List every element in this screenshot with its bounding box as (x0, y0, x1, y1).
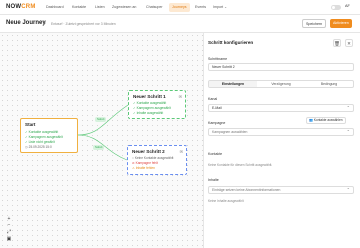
node-row: ✓ Kampagnen ausgewählt (133, 106, 171, 110)
delay-badge[interactable]: Sofort (95, 117, 107, 122)
node-step-2[interactable]: Neuer Schritt 2 ✉ ○ Keine Kontakte ausge… (127, 145, 187, 175)
fit-view-button[interactable]: ⤢ (5, 229, 13, 236)
tab-delay[interactable]: Verzögerung (257, 81, 305, 87)
node-row: ✓ Liste nicht gewählt (25, 140, 55, 144)
node-row: ○ Keine Kontakte ausgewählt (132, 156, 174, 160)
content-empty-note: Keine Inhalte ausgewählt (208, 199, 244, 203)
mail-icon: ✉ (178, 94, 182, 99)
mail-icon: ✉ (179, 149, 183, 154)
channel-label: Kanal (208, 97, 218, 101)
node-row: ✓ Kontakte ausgewählt (25, 130, 59, 134)
pencil-icon[interactable]: ✎ (42, 20, 46, 26)
lock-view-button[interactable]: ▣ (5, 236, 13, 243)
panel-title: Schritt konfigurieren (208, 40, 254, 45)
trash-icon[interactable]: 🗑 (333, 39, 341, 47)
node-step-1[interactable]: Neuer Schritt 1 ✉ ✓ Kontakte ausgewählt … (128, 90, 186, 119)
campaign-label: Kampagne (208, 121, 226, 125)
node-title: Start (25, 122, 36, 127)
config-tabs: Einstellungen Verzögerung Bedingung (208, 80, 354, 88)
content-select[interactable]: Einträge setzen keine Abonnentinformatio… (208, 185, 354, 194)
nav-item-lists[interactable]: Listen (92, 3, 108, 12)
nav-item-contacts[interactable]: Kontakte (69, 3, 89, 12)
nav-item-journeys[interactable]: Journeys (169, 3, 190, 12)
theme-toggle[interactable] (331, 5, 341, 10)
node-row: ⚠ Inhalte fehlen (132, 166, 155, 170)
top-nav: NOWCRM Dashboard Kontakte Listen Zugewie… (0, 0, 360, 15)
step-name-input[interactable]: Neuer Schritt 2 (208, 63, 354, 71)
nav-item-chatsuper[interactable]: Chatsuper (143, 3, 166, 12)
contacts-empty-note: Keine Kontakte für diesen Schritt ausgew… (208, 163, 273, 167)
avatar[interactable]: AF (345, 4, 350, 8)
nav-item-events[interactable]: Events (192, 3, 209, 12)
content-label: Inhalte (208, 178, 219, 182)
contacts-label: Kontakte (208, 152, 223, 156)
config-panel: Schritt konfigurieren 🗑 ✕ Schrittname Ne… (203, 33, 360, 248)
breadcrumb: Entwurf · Zuletzt gespeichert vor 3 Minu… (51, 22, 116, 26)
node-row: ✓ Kontakte ausgewählt (133, 101, 167, 105)
tab-settings[interactable]: Einstellungen (209, 81, 257, 87)
step-name-label: Schrittname (208, 57, 228, 61)
nav-item-import[interactable]: Import ⌄ (210, 3, 230, 12)
users-icon: 👥 (309, 118, 313, 122)
add-contacts-button[interactable]: 👥 Kontakte auswählen (306, 117, 346, 124)
node-row: ⊘ Kampagne fehlt (132, 161, 158, 165)
node-row: ✓ Kampagnen ausgewählt (25, 135, 63, 139)
node-start[interactable]: Start ✓ Kontakte ausgewählt ✓ Kampagnen … (20, 118, 78, 153)
save-button[interactable]: Speichern (302, 19, 327, 28)
activate-button[interactable]: Aktivieren (330, 19, 352, 28)
close-icon[interactable]: ✕ (345, 39, 353, 47)
journey-canvas[interactable]: Start ✓ Kontakte ausgewählt ✓ Kampagnen … (0, 33, 203, 248)
tab-condition[interactable]: Bedingung (305, 81, 353, 87)
nav-item-dashboard[interactable]: Dashboard (43, 3, 67, 12)
delay-badge[interactable]: Sofort (93, 145, 105, 150)
node-row-date: ◷ 25.09.2025 15:0 (25, 145, 52, 149)
node-title: Neuer Schritt 2 (132, 149, 165, 154)
channel-select[interactable]: E-Mail (208, 103, 354, 112)
node-row: ✓ Inhalte ausgewählt (133, 111, 164, 115)
nav-item-assigned[interactable]: Zugewiesen an (109, 3, 139, 12)
zoom-out-button[interactable]: − (5, 222, 13, 229)
page-title: Neue Journey (6, 20, 46, 26)
campaign-select[interactable]: Kampagnen auswählen (208, 127, 354, 136)
app-logo[interactable]: NOWCRM (6, 4, 36, 10)
node-title: Neuer Schritt 1 (133, 94, 166, 99)
page-header: Neue Journey ✎ Entwurf · Zuletzt gespeic… (0, 15, 360, 33)
